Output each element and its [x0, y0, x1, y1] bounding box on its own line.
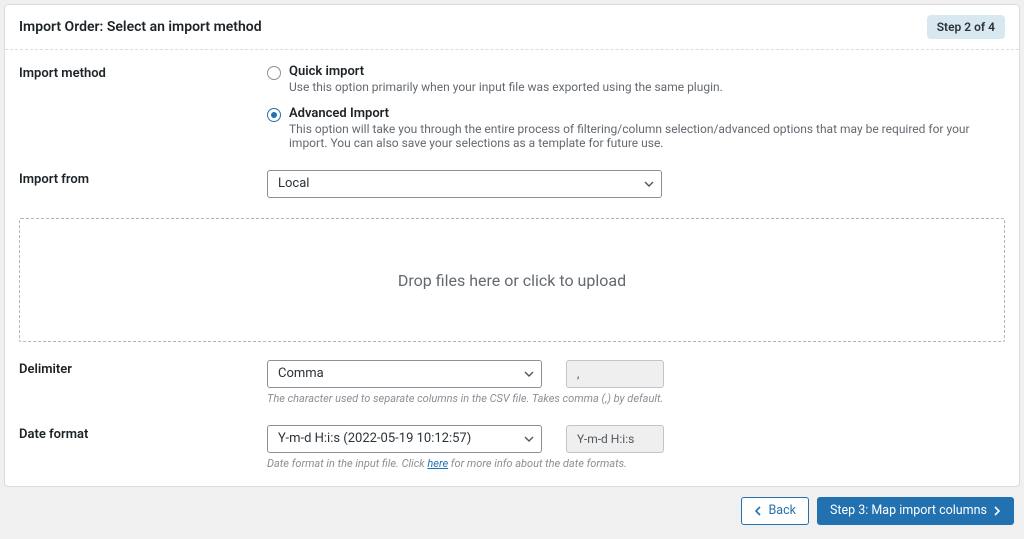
back-label: Back: [768, 505, 795, 518]
file-dropzone[interactable]: Drop files here or click to upload: [19, 218, 1005, 342]
import-from-value: Local: [267, 170, 662, 198]
wizard-footer: Back Step 3: Map import columns: [4, 487, 1020, 535]
delimiter-helper: The character used to separate columns i…: [267, 392, 1005, 405]
panel-body: Import method Quick import Use this opti…: [5, 50, 1019, 486]
import-panel: Import Order: Select an import method St…: [4, 4, 1020, 487]
label-import-method: Import method: [19, 64, 267, 81]
delimiter-value: Comma: [267, 360, 542, 388]
radio-indicator: [267, 66, 281, 80]
date-format-value: Y-m-d H:i:s (2022-05-19 10:12:57): [267, 425, 542, 453]
panel-header: Import Order: Select an import method St…: [5, 5, 1019, 50]
row-import-method: Import method Quick import Use this opti…: [19, 64, 1005, 150]
chevron-right-icon: [993, 506, 1001, 516]
quick-import-title: Quick import: [289, 64, 723, 79]
date-helper-suffix: for more info about the date formats.: [448, 457, 627, 470]
row-date-format: Date format Y-m-d H:i:s (2022-05-19 10:1…: [19, 425, 1005, 470]
step-badge: Step 2 of 4: [927, 15, 1005, 39]
advanced-import-desc: This option will take you through the en…: [289, 122, 1005, 150]
date-helper-link[interactable]: here: [427, 457, 448, 470]
delimiter-preview: ,: [566, 360, 664, 388]
label-date-format: Date format: [19, 425, 267, 442]
panel-title: Import Order: Select an import method: [19, 19, 262, 35]
delimiter-select[interactable]: Comma: [267, 360, 542, 388]
date-format-helper: Date format in the input file. Click her…: [267, 457, 1005, 470]
dropzone-text: Drop files here or click to upload: [398, 271, 626, 290]
label-import-from: Import from: [19, 170, 267, 187]
next-label: Step 3: Map import columns: [830, 505, 987, 518]
radio-quick-import[interactable]: Quick import Use this option primarily w…: [267, 64, 1005, 94]
quick-import-desc: Use this option primarily when your inpu…: [289, 80, 723, 94]
date-format-select[interactable]: Y-m-d H:i:s (2022-05-19 10:12:57): [267, 425, 542, 453]
import-method-options: Quick import Use this option primarily w…: [267, 64, 1005, 150]
advanced-import-title: Advanced Import: [289, 106, 1005, 121]
back-button[interactable]: Back: [741, 497, 808, 525]
date-helper-prefix: Date format in the input file. Click: [267, 457, 427, 470]
row-delimiter: Delimiter Comma , The character used to …: [19, 360, 1005, 405]
row-import-from: Import from Local: [19, 170, 1005, 198]
chevron-left-icon: [754, 506, 762, 516]
import-from-select[interactable]: Local: [267, 170, 662, 198]
label-delimiter: Delimiter: [19, 360, 267, 377]
next-button[interactable]: Step 3: Map import columns: [817, 497, 1014, 525]
date-format-preview: Y-m-d H:i:s: [566, 425, 664, 453]
radio-advanced-import[interactable]: Advanced Import This option will take yo…: [267, 106, 1005, 150]
radio-indicator: [267, 108, 281, 122]
